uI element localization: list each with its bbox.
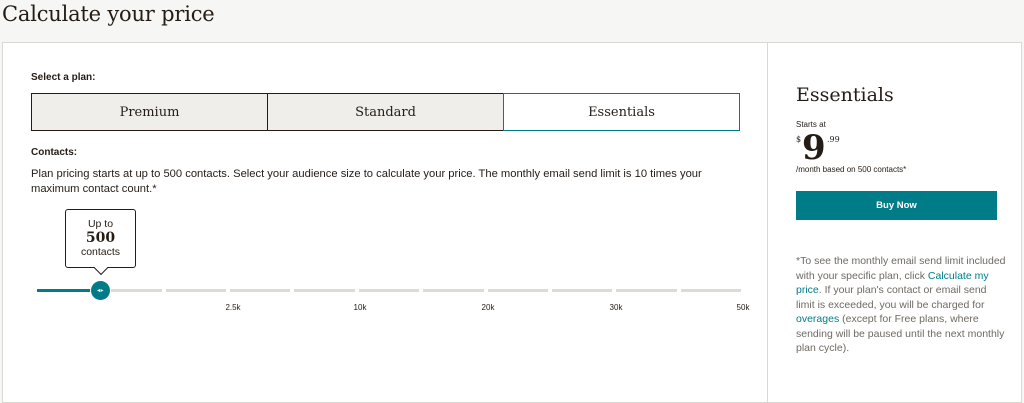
plan-option-standard[interactable]: Standard [267, 93, 504, 131]
plan-configuration-panel: Select a plan: Premium Standard Essentia… [3, 43, 767, 402]
slider-segment [616, 289, 677, 292]
tooltip-value: 500 [85, 230, 116, 246]
drag-arrows-icon: ◂▸ [96, 288, 105, 294]
slider-segment [680, 289, 741, 292]
contacts-value-tooltip: Up to 500 contacts [65, 209, 136, 268]
tick-label: 50k [736, 303, 750, 312]
contacts-slider[interactable]: ◂▸ [37, 281, 741, 301]
plan-selector: Premium Standard Essentials [31, 93, 740, 131]
price-cents: .99 [827, 135, 840, 144]
slider-ticks: 2.5k 10k 20k 30k 50k [3, 303, 767, 315]
slider-segment [101, 289, 162, 292]
pricing-description: Plan pricing starts at up to 500 contact… [31, 168, 702, 195]
buy-now-button[interactable]: Buy Now [796, 191, 997, 220]
slider-segment [294, 289, 355, 292]
slider-segment [358, 289, 420, 292]
price-note: /month based on 500 contacts* [796, 165, 907, 174]
tick-label: 30k [609, 303, 623, 312]
price-summary-panel: Essentials Starts at $ 9 .99 /month base… [767, 43, 1022, 402]
tooltip-prefix: Up to [87, 218, 114, 230]
page-title: Calculate your price [2, 2, 215, 26]
tick-label: 2.5k [225, 303, 241, 312]
price-currency: $ [796, 135, 802, 144]
plan-option-essentials[interactable]: Essentials [503, 93, 740, 131]
overages-link[interactable]: overages [796, 313, 839, 325]
slider-segment [487, 289, 548, 292]
slider-segment [230, 289, 291, 292]
contacts-label: Contacts: [31, 147, 78, 158]
slider-segment [165, 289, 227, 292]
price-dollars: 9 [802, 128, 826, 168]
footnote-text: . If your plan's contact or email send l… [796, 284, 987, 311]
selected-plan-name: Essentials [796, 84, 894, 106]
slider-track[interactable] [37, 289, 741, 292]
pricing-calculator-card: Select a plan: Premium Standard Essentia… [2, 42, 1022, 403]
select-plan-label: Select a plan: [31, 72, 96, 83]
tick-label: 10k [353, 303, 367, 312]
plan-option-premium[interactable]: Premium [31, 93, 268, 131]
slider-segment [551, 289, 613, 292]
tooltip-suffix: contacts [80, 246, 121, 258]
slider-handle[interactable]: ◂▸ [91, 281, 110, 300]
slider-segment [423, 289, 484, 292]
send-limit-footnote: *To see the monthly email send limit inc… [796, 254, 1006, 356]
tick-label: 20k [481, 303, 495, 312]
